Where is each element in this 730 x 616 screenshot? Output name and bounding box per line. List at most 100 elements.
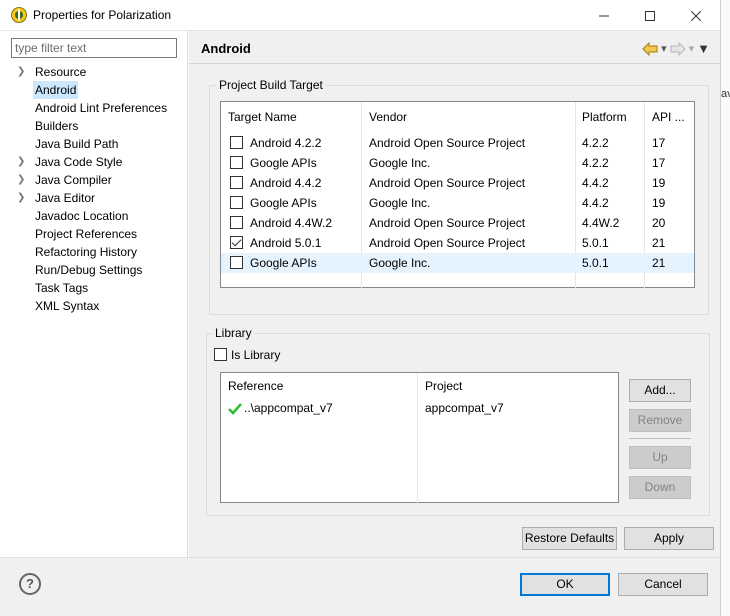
table-row[interactable]: Google APIs Google Inc. 4.4.2 19 — [221, 193, 694, 213]
target-vendor: Google Inc. — [369, 196, 431, 210]
target-checkbox[interactable] — [230, 256, 243, 269]
column-divider — [417, 373, 418, 504]
sidebar-item-label: Java Editor — [35, 191, 96, 205]
help-icon[interactable]: ? — [19, 573, 41, 595]
target-checkbox[interactable] — [230, 156, 243, 169]
expand-arrow-icon[interactable]: ❯ — [17, 189, 27, 207]
target-platform: 4.2.2 — [582, 136, 609, 150]
target-vendor: Android Open Source Project — [369, 216, 526, 230]
column-header[interactable]: Reference — [228, 379, 283, 393]
target-platform: 4.2.2 — [582, 156, 609, 170]
close-button[interactable] — [673, 0, 719, 31]
sidebar-item-refactoring-history[interactable]: Refactoring History — [0, 243, 187, 261]
view-menu-icon[interactable]: ▼ — [697, 41, 710, 56]
column-header[interactable]: Vendor — [369, 110, 407, 124]
sidebar-item-label: Builders — [35, 119, 79, 133]
library-project: appcompat_v7 — [425, 401, 504, 415]
target-name: Android 5.0.1 — [250, 236, 322, 250]
add-library-button[interactable]: Add... — [629, 379, 691, 402]
build-target-group-title: Project Build Target — [216, 78, 326, 92]
column-header[interactable]: API ... — [652, 110, 685, 124]
cancel-button[interactable]: Cancel — [618, 573, 708, 596]
sidebar-item-resource[interactable]: ❯ Resource — [0, 63, 187, 81]
forward-arrow-icon[interactable] — [670, 41, 686, 56]
down-button[interactable]: Down — [629, 476, 691, 499]
target-checkbox[interactable] — [230, 196, 243, 209]
expand-arrow-icon[interactable]: ❯ — [17, 63, 27, 81]
table-row[interactable]: ..\appcompat_v7 appcompat_v7 — [221, 399, 618, 419]
remove-library-button[interactable]: Remove — [629, 409, 691, 432]
ok-button[interactable]: OK — [520, 573, 610, 596]
back-dropdown-icon[interactable]: ▾ — [661, 42, 667, 55]
column-header[interactable]: Platform — [582, 110, 627, 124]
target-name: Google APIs — [250, 156, 317, 170]
sidebar-item-android[interactable]: Android — [0, 81, 187, 99]
page-title: Android — [201, 41, 251, 56]
sidebar-item-label: XML Syntax — [35, 299, 100, 313]
sidebar-item-javadoc-location[interactable]: Javadoc Location — [0, 207, 187, 225]
sidebar-item-label: Android Lint Preferences — [35, 101, 168, 115]
target-vendor: Android Open Source Project — [369, 236, 526, 250]
library-group-title: Library — [212, 326, 255, 340]
table-row[interactable]: Android 4.4W.2 Android Open Source Proje… — [221, 213, 694, 233]
expand-arrow-icon[interactable]: ❯ — [17, 153, 27, 171]
table-row[interactable]: Android 5.0.1 Android Open Source Projec… — [221, 233, 694, 253]
column-header[interactable]: Target Name — [228, 110, 297, 124]
up-button[interactable]: Up — [629, 446, 691, 469]
sidebar-item-label: Run/Debug Settings — [35, 263, 143, 277]
eclipse-app-icon — [11, 7, 27, 23]
target-checkbox[interactable] — [230, 216, 243, 229]
sidebar-item-label: Resource — [35, 65, 87, 79]
target-vendor: Android Open Source Project — [369, 176, 526, 190]
sidebar-item-label: Project References — [35, 227, 138, 241]
sidebar-item-task-tags[interactable]: Task Tags — [0, 279, 187, 297]
preferences-tree: ❯ Resource Android Android Lint Preferen… — [0, 63, 187, 315]
target-checkbox[interactable] — [230, 136, 243, 149]
dialog-button-bar: ? OK Cancel — [0, 557, 720, 616]
preferences-sidebar: ❯ Resource Android Android Lint Preferen… — [0, 31, 188, 557]
table-row[interactable]: Android 4.4.2 Android Open Source Projec… — [221, 173, 694, 193]
target-api: 17 — [652, 156, 666, 170]
target-vendor: Google Inc. — [369, 256, 431, 270]
back-arrow-icon[interactable] — [642, 41, 658, 56]
target-checkbox[interactable] — [230, 236, 243, 249]
build-target-table: Target Name Vendor Platform API ... Andr… — [220, 101, 695, 289]
column-header[interactable]: Project — [425, 379, 462, 393]
target-platform: 5.0.1 — [582, 256, 609, 270]
target-platform: 4.4.2 — [582, 176, 609, 190]
target-platform: 4.4W.2 — [582, 216, 620, 230]
apply-button[interactable]: Apply — [624, 527, 714, 550]
window-title: Properties for Polarization — [33, 8, 172, 22]
sidebar-item-java-compiler[interactable]: ❯ Java Compiler — [0, 171, 187, 189]
target-api: 20 — [652, 216, 666, 230]
sidebar-item-java-code-style[interactable]: ❯ Java Code Style — [0, 153, 187, 171]
table-row[interactable]: Android 4.2.2 Android Open Source Projec… — [221, 133, 694, 153]
sidebar-item-label: Android — [33, 81, 79, 99]
target-name: Android 4.4.2 — [250, 176, 322, 190]
forward-dropdown-icon[interactable]: ▾ — [689, 42, 695, 55]
close-icon — [691, 10, 701, 21]
is-library-checkbox[interactable] — [214, 348, 227, 361]
sidebar-item-project-references[interactable]: Project References — [0, 225, 187, 243]
sidebar-item-run-debug-settings[interactable]: Run/Debug Settings — [0, 261, 187, 279]
green-check-icon — [228, 403, 242, 415]
target-vendor: Google Inc. — [369, 156, 431, 170]
maximize-button[interactable] — [627, 0, 673, 31]
sidebar-item-java-build-path[interactable]: Java Build Path — [0, 135, 187, 153]
sidebar-item-label: Java Compiler — [35, 173, 112, 187]
target-name: Google APIs — [250, 256, 317, 270]
table-row[interactable]: Google APIs Google Inc. 5.0.1 21 — [221, 253, 694, 273]
filter-input[interactable] — [11, 38, 177, 58]
target-vendor: Android Open Source Project — [369, 136, 526, 150]
restore-defaults-button[interactable]: Restore Defaults — [522, 527, 617, 550]
sidebar-item-label: Refactoring History — [35, 245, 138, 259]
minimize-button[interactable] — [581, 0, 627, 31]
target-checkbox[interactable] — [230, 176, 243, 189]
sidebar-item-java-editor[interactable]: ❯ Java Editor — [0, 189, 187, 207]
sidebar-item-android-lint[interactable]: Android Lint Preferences — [0, 99, 187, 117]
expand-arrow-icon[interactable]: ❯ — [17, 171, 27, 189]
table-row[interactable]: Google APIs Google Inc. 4.2.2 17 — [221, 153, 694, 173]
target-name: Google APIs — [250, 196, 317, 210]
sidebar-item-builders[interactable]: Builders — [0, 117, 187, 135]
sidebar-item-xml-syntax[interactable]: XML Syntax — [0, 297, 187, 315]
